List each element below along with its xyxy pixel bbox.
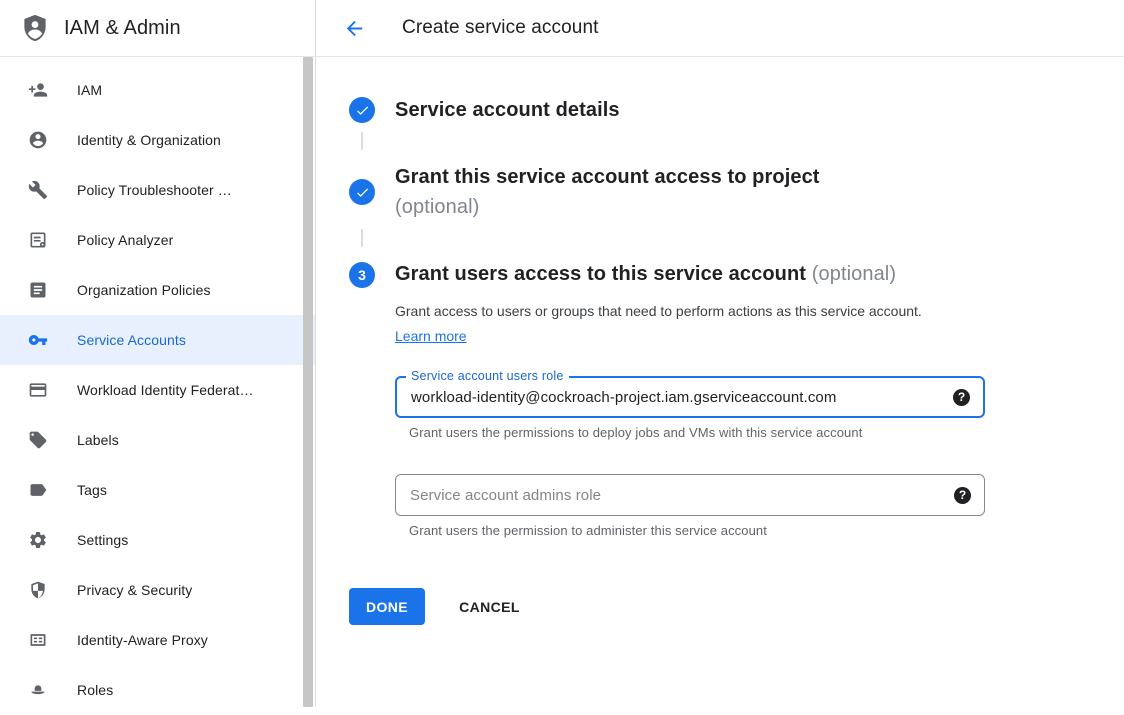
sidebar: IAM & Admin IAM Identity & Organization … [0,0,316,707]
help-icon[interactable]: ? [954,487,971,504]
sidebar-item-identity-organization[interactable]: Identity & Organization [0,115,315,165]
label-tag-icon [28,430,48,450]
sidebar-item-policy-troubleshooter[interactable]: Policy Troubleshooter … [0,165,315,215]
step1-title: Service account details [395,95,620,125]
gear-icon [28,530,48,550]
sidebar-item-tags[interactable]: Tags [0,465,315,515]
stepper: Service account details Grant this servi… [316,57,1124,625]
page-header: Create service account [316,0,1124,57]
admins-role-helper-text: Grant users the permission to administer… [409,523,1084,538]
service-account-users-role-input[interactable] [397,389,953,406]
sidebar-item-workload-identity-federat[interactable]: Workload Identity Federat… [0,365,315,415]
step-2: Grant this service account access to pro… [349,162,1084,222]
step2-complete-check-icon [349,179,375,205]
step-connector [361,229,363,247]
product-title: IAM & Admin [64,17,181,40]
sidebar-item-roles[interactable]: Roles [0,665,315,715]
help-icon[interactable]: ? [953,389,970,406]
proxy-grid-icon [28,630,48,650]
sidebar-item-organization-policies[interactable]: Organization Policies [0,265,315,315]
sidebar-scrollbar[interactable] [303,57,313,707]
sidebar-item-service-accounts[interactable]: Service Accounts [0,315,315,365]
step3-description: Grant access to users or groups that nee… [395,299,949,349]
step3-number-badge: 3 [349,262,375,288]
sidebar-item-policy-analyzer[interactable]: Policy Analyzer [0,215,315,265]
learn-more-link[interactable]: Learn more [395,328,467,344]
step1-complete-check-icon [349,97,375,123]
sidebar-item-labels[interactable]: Labels [0,415,315,465]
back-button[interactable] [340,14,368,42]
policy-analyzer-icon [28,230,48,250]
users-role-helper-text: Grant users the permissions to deploy jo… [409,425,1084,440]
users-role-field: Service account users role ? [395,376,985,418]
step-1: Service account details [349,95,1084,125]
cancel-button[interactable]: CANCEL [455,588,524,625]
iam-admin-shield-logo-icon [20,12,50,44]
account-circle-icon [28,130,48,150]
main-panel: Create service account Service account d… [316,0,1124,707]
tag-arrow-icon [28,480,48,500]
sidebar-item-privacy-security[interactable]: Privacy & Security [0,565,315,615]
wrench-icon [28,180,48,200]
shield-half-icon [28,580,48,600]
document-icon [28,280,48,300]
card-icon [28,380,48,400]
users-role-field-label: Service account users role [406,369,569,383]
form-actions: DONE CANCEL [349,588,1084,625]
sidebar-item-identity-aware-proxy[interactable]: Identity-Aware Proxy [0,615,315,665]
step-connector [361,132,363,150]
service-account-admins-role-input[interactable] [396,487,954,504]
step2-optional-label: (optional) [395,192,820,222]
step3-title: Grant users access to this service accou… [395,259,1084,289]
sidebar-item-iam[interactable]: IAM [0,65,315,115]
sidebar-item-settings[interactable]: Settings [0,515,315,565]
hat-icon [28,680,48,700]
person-add-icon [28,80,48,100]
admins-role-field: ? [395,474,985,516]
service-account-key-icon [28,330,48,350]
step-3: 3 Grant users access to this service acc… [349,259,1084,538]
step2-title: Grant this service account access to pro… [395,162,820,192]
sidebar-nav: IAM Identity & Organization Policy Troub… [0,57,315,715]
back-arrow-icon [343,17,366,40]
page-title: Create service account [402,17,599,39]
step3-optional-label: (optional) [812,263,896,285]
sidebar-header: IAM & Admin [0,0,315,57]
done-button[interactable]: DONE [349,588,425,625]
